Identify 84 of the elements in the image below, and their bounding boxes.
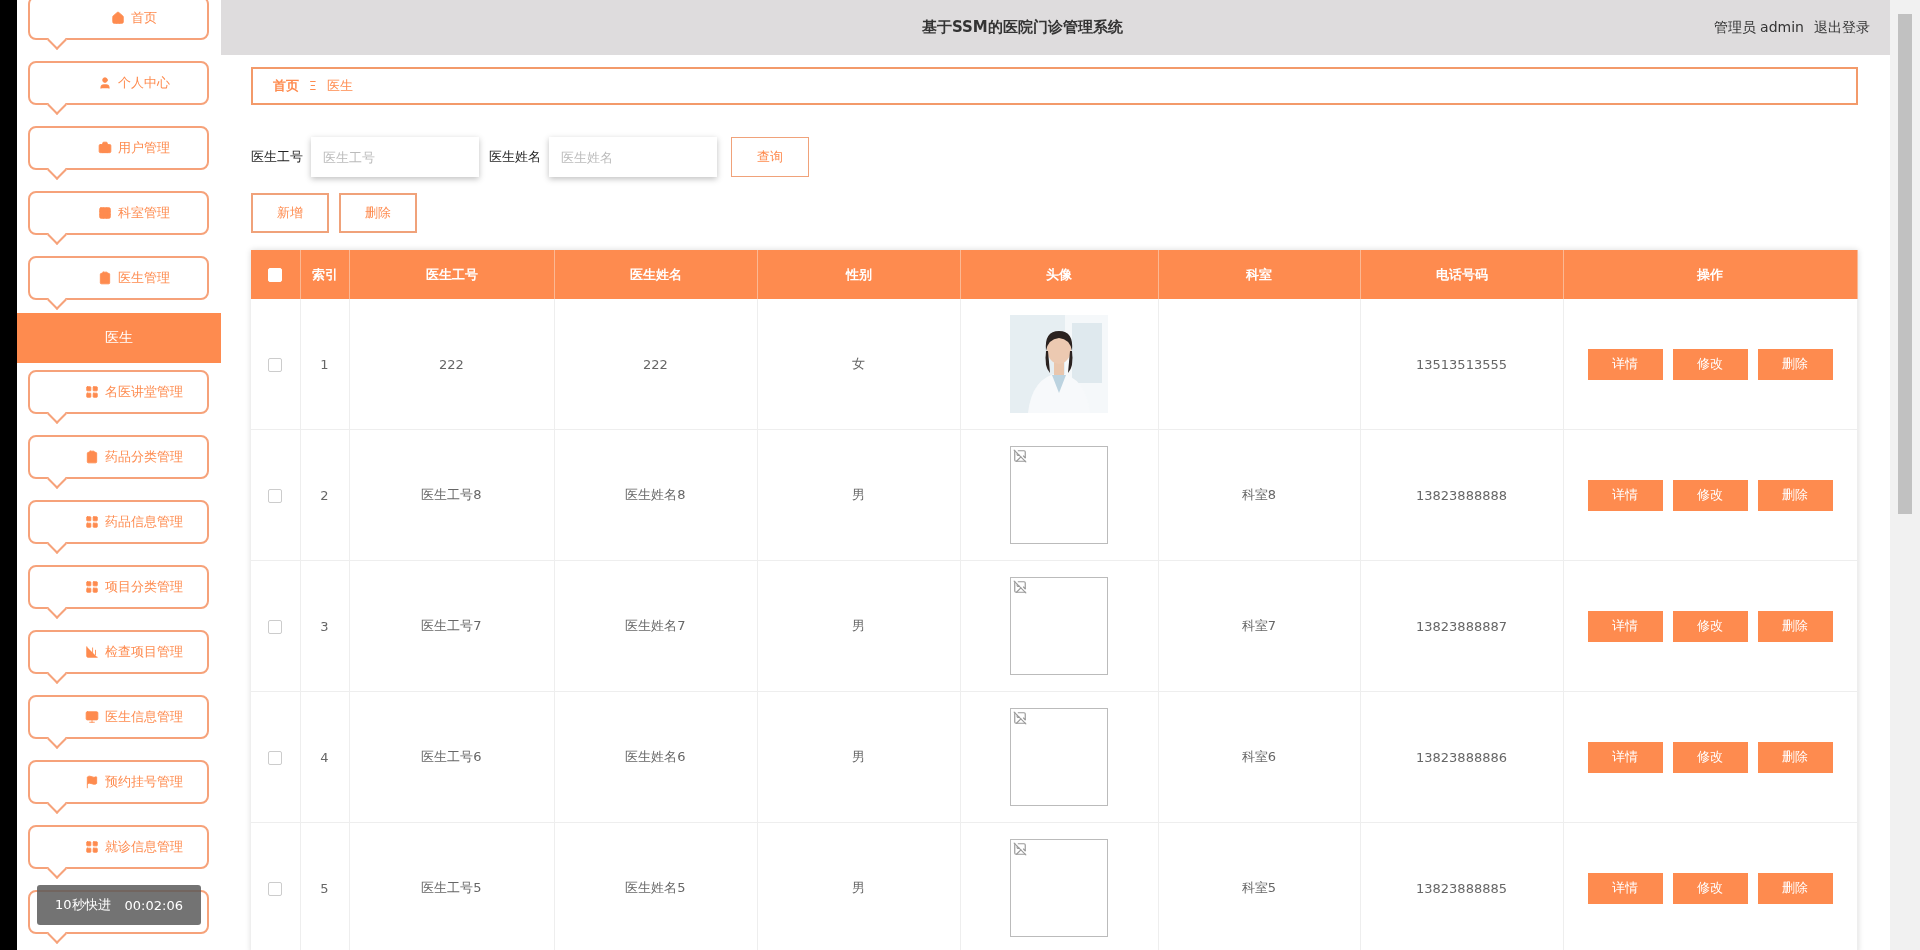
table-cell: 医生姓名5 <box>554 822 757 950</box>
table-cell: 男 <box>757 429 960 561</box>
row-checkbox[interactable] <box>268 488 283 503</box>
field-label: 医生姓名 <box>489 148 541 166</box>
scrollbar[interactable] <box>1890 0 1920 950</box>
table-cell: 医生工号5 <box>349 822 554 950</box>
monitor-icon <box>84 710 99 724</box>
delete-button[interactable]: 删除 <box>1757 479 1833 511</box>
table-cell: 13823888886 <box>1360 691 1563 823</box>
table-cell: 医生姓名8 <box>554 429 757 561</box>
delete-button[interactable]: 删除 <box>339 193 417 233</box>
search-field[interactable]: 医生工号 <box>311 137 479 177</box>
table-cell: 医生工号8 <box>349 429 554 561</box>
table-cell: 2 <box>300 429 349 561</box>
flag-icon <box>84 775 99 789</box>
sidebar-subitem[interactable]: 医生 <box>17 313 221 363</box>
add-button[interactable]: 新增 <box>251 193 329 233</box>
table-cell: 医生姓名6 <box>554 691 757 823</box>
breadcrumb-link[interactable]: 首页 <box>273 77 299 95</box>
table-cell: 3 <box>300 560 349 692</box>
edit-button[interactable]: 修改 <box>1672 872 1748 904</box>
table-cell: 男 <box>757 822 960 950</box>
table-cell: 科室5 <box>1158 822 1360 950</box>
table-cell: 女 <box>757 299 960 430</box>
table-cell: 5 <box>300 822 349 950</box>
table-cell: 男 <box>757 560 960 692</box>
detail-button[interactable]: 详情 <box>1587 348 1663 380</box>
column-header: 医生工号 <box>349 250 554 299</box>
table-cell: 13823888888 <box>1360 429 1563 561</box>
broken-image-icon <box>1013 449 1027 463</box>
user-label: 管理员 admin <box>1713 18 1804 37</box>
row-checkbox[interactable] <box>268 750 283 765</box>
column-header: 医生姓名 <box>554 250 757 299</box>
field-label: 医生工号 <box>251 148 303 166</box>
edit-button[interactable]: 修改 <box>1672 479 1748 511</box>
delete-button[interactable]: 删除 <box>1757 741 1833 773</box>
row-checkbox[interactable] <box>268 881 283 896</box>
logout-link[interactable]: 退出登录 <box>1814 18 1870 37</box>
table-cell: 13823888885 <box>1360 822 1563 950</box>
table-cell: 4 <box>300 691 349 823</box>
table-cell: 医生工号7 <box>349 560 554 692</box>
table-cell: 13513513555 <box>1360 299 1563 430</box>
detail-button[interactable]: 详情 <box>1587 479 1663 511</box>
toast-label: 10秒快进 <box>55 896 111 914</box>
table-cell: 医生姓名7 <box>554 560 757 692</box>
column-header: 操作 <box>1563 250 1858 299</box>
column-header: 科室 <box>1158 250 1360 299</box>
column-header: 性别 <box>757 250 960 299</box>
detail-button[interactable]: 详情 <box>1587 872 1663 904</box>
detail-button[interactable]: 详情 <box>1587 741 1663 773</box>
delete-button[interactable]: 删除 <box>1757 610 1833 642</box>
select-all-checkbox[interactable] <box>268 268 283 283</box>
table-cell: 科室7 <box>1158 560 1360 692</box>
edit-button[interactable]: 修改 <box>1672 741 1748 773</box>
broken-image-icon <box>1013 580 1027 594</box>
briefcase-icon <box>97 141 112 155</box>
broken-image-icon <box>1013 842 1027 856</box>
edit-button[interactable]: 修改 <box>1672 348 1748 380</box>
user-icon <box>97 76 112 90</box>
page-title: 基于SSM的医院门诊管理系统 <box>920 18 1124 37</box>
table-cell: 222 <box>554 299 757 430</box>
table-cell: 男 <box>757 691 960 823</box>
table-cell: 1 <box>300 299 349 430</box>
column-header: 索引 <box>300 250 349 299</box>
broken-image-icon <box>1013 711 1027 725</box>
edit-button[interactable]: 修改 <box>1672 610 1748 642</box>
delete-button[interactable]: 删除 <box>1757 872 1833 904</box>
row-checkbox[interactable] <box>268 619 283 634</box>
breadcrumb-separator: Ξ <box>309 79 317 93</box>
table-cell: 医生工号6 <box>349 691 554 823</box>
home-icon <box>110 11 125 25</box>
table-cell: 222 <box>349 299 554 430</box>
row-checkbox[interactable] <box>268 357 283 372</box>
column-header: 电话号码 <box>1360 250 1563 299</box>
table-cell: 科室8 <box>1158 429 1360 561</box>
table-cell: 科室6 <box>1158 691 1360 823</box>
detail-button[interactable]: 详情 <box>1587 610 1663 642</box>
toast-time: 00:02:06 <box>124 897 183 913</box>
breadcrumb-link[interactable]: 医生 <box>326 77 353 95</box>
search-field[interactable]: 医生姓名 <box>549 137 717 177</box>
delete-button[interactable]: 删除 <box>1757 348 1833 380</box>
column-header: 头像 <box>960 250 1158 299</box>
query-button[interactable]: 查询 <box>731 137 809 177</box>
table-cell: 13823888887 <box>1360 560 1563 692</box>
